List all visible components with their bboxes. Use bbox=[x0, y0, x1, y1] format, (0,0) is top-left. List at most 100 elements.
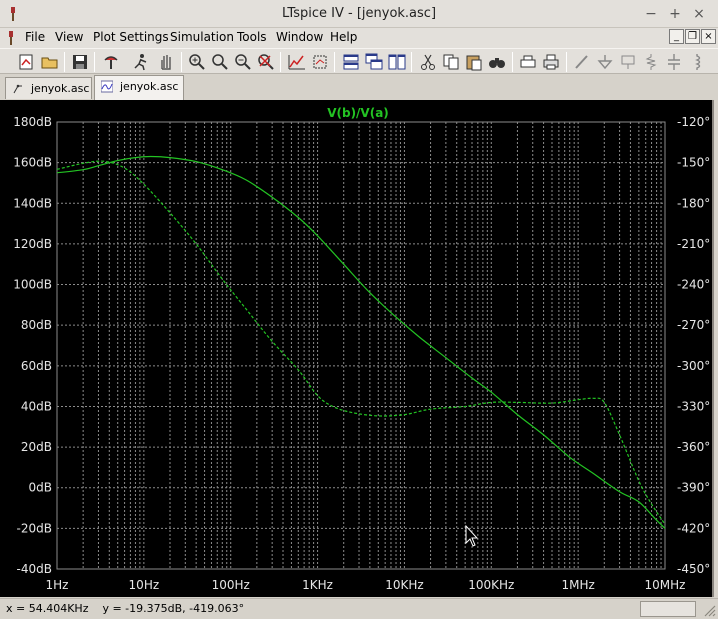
resistor-icon[interactable] bbox=[641, 52, 661, 72]
x-tick-label: 100Hz bbox=[212, 578, 250, 592]
wire-icon[interactable] bbox=[572, 52, 592, 72]
toolbar-separator bbox=[566, 52, 567, 72]
toolbar-separator bbox=[94, 52, 95, 72]
resize-grip-icon[interactable] bbox=[700, 601, 716, 617]
new-schematic-icon[interactable] bbox=[16, 52, 36, 72]
y-tick-label-right: -210° bbox=[677, 237, 710, 251]
waveform-icon bbox=[101, 80, 113, 93]
menu-window[interactable]: Window bbox=[276, 30, 323, 44]
menu-view[interactable]: View bbox=[55, 30, 83, 44]
paste-icon[interactable] bbox=[464, 52, 484, 72]
ground-icon[interactable] bbox=[595, 52, 615, 72]
y-tick-label-left: 40dB bbox=[21, 399, 52, 413]
tab-schematic-label: jenyok.asc bbox=[31, 82, 90, 95]
y-tick-label-right: -450° bbox=[677, 562, 710, 576]
menu-tools[interactable]: Tools bbox=[237, 30, 267, 44]
mdi-restore-button[interactable]: ❐ bbox=[685, 29, 700, 44]
cascade-icon[interactable] bbox=[364, 52, 384, 72]
y-tick-label-left: 160dB bbox=[13, 156, 52, 170]
bode-plot[interactable]: V(b)/V(a) 180dB 160dB 140dB 120dB 100dB 80dB 6… bbox=[0, 100, 714, 597]
y-tick-label-left: -40dB bbox=[17, 562, 52, 576]
tab-schematic[interactable]: jenyok.asc bbox=[5, 77, 92, 99]
x-tick-label: 100KHz bbox=[468, 578, 514, 592]
control-panel-icon[interactable] bbox=[101, 52, 121, 72]
y-tick-label-right: -150° bbox=[677, 156, 710, 170]
title-bar: LTspice IV - [jenyok.asc] − + × bbox=[0, 0, 718, 28]
cursor-readout: x = 54.404KHz y = -19.375dB, -419.063° bbox=[6, 602, 245, 615]
y-tick-label-left: 0dB bbox=[29, 481, 52, 495]
y-tick-label-right: -330° bbox=[677, 399, 710, 413]
find-icon[interactable] bbox=[487, 52, 507, 72]
menu-view-label: View bbox=[55, 30, 84, 44]
y-tick-label-right: -300° bbox=[677, 359, 710, 373]
maximize-button[interactable]: + bbox=[664, 4, 686, 24]
copy-icon[interactable] bbox=[441, 52, 461, 72]
toolbar-separator bbox=[181, 52, 182, 72]
ltspice-menu-icon[interactable] bbox=[5, 30, 17, 46]
save-icon[interactable] bbox=[70, 52, 90, 72]
y-tick-label-right: -360° bbox=[677, 440, 710, 454]
trace-label[interactable]: V(b)/V(a) bbox=[327, 106, 389, 120]
menu-bar: File View Plot Settings Simulation Tools… bbox=[0, 28, 718, 48]
inductor-icon[interactable] bbox=[687, 52, 707, 72]
print-icon[interactable] bbox=[541, 52, 561, 72]
mark-unsortable-icon[interactable] bbox=[310, 52, 330, 72]
zoom-fit-icon[interactable] bbox=[256, 52, 276, 72]
open-icon[interactable] bbox=[40, 52, 60, 72]
x-tick-label: 1KHz bbox=[302, 578, 333, 592]
zoom-in-icon[interactable] bbox=[187, 52, 207, 72]
y-tick-label-left: 20dB bbox=[21, 440, 52, 454]
x-tick-label: 1Hz bbox=[46, 578, 69, 592]
waveform-viewer[interactable]: V(b)/V(a) 180dB 160dB 140dB 120dB 100dB 80dB 6… bbox=[0, 100, 714, 597]
tab-waveform[interactable]: jenyok.asc bbox=[94, 75, 184, 100]
label-net-icon[interactable] bbox=[618, 52, 638, 72]
toolbar-separator bbox=[64, 52, 65, 72]
x-tick-label: 1MHz bbox=[561, 578, 594, 592]
minimize-button[interactable]: − bbox=[640, 4, 662, 24]
menu-help[interactable]: Help bbox=[330, 30, 357, 44]
toolbar-separator bbox=[280, 52, 281, 72]
y-tick-label-right: -420° bbox=[677, 521, 710, 535]
mouse-cursor-icon bbox=[465, 524, 479, 547]
mdi-minimize-button[interactable]: _ bbox=[669, 29, 684, 44]
cut-icon[interactable] bbox=[418, 52, 438, 72]
menu-plot-settings-label: Plot Settings bbox=[93, 30, 169, 44]
status-panel bbox=[640, 601, 696, 617]
window-title: LTspice IV - [jenyok.asc] bbox=[281, 6, 437, 21]
menu-simulation-label: Simulation bbox=[170, 30, 234, 44]
y-tick-label-left: 120dB bbox=[13, 237, 52, 251]
toolbar-separator bbox=[411, 52, 412, 72]
x-tick-label: 10KHz bbox=[385, 578, 423, 592]
menu-help-label: Help bbox=[330, 30, 358, 44]
x-tick-label: 10Hz bbox=[129, 578, 160, 592]
y-tick-label-left: 80dB bbox=[21, 318, 52, 332]
tile-horizontal-icon[interactable] bbox=[341, 52, 361, 72]
toolbar-separator bbox=[512, 52, 513, 72]
x-tick-label: 10MHz bbox=[645, 578, 686, 592]
y-tick-label-left: -20dB bbox=[17, 521, 52, 535]
y-tick-label-left: 60dB bbox=[21, 359, 52, 373]
autorange-icon[interactable] bbox=[287, 52, 307, 72]
close-button[interactable]: × bbox=[688, 4, 710, 24]
tile-vertical-icon[interactable] bbox=[387, 52, 407, 72]
zoom-out-icon[interactable] bbox=[233, 52, 253, 72]
mdi-close-button[interactable]: × bbox=[701, 29, 716, 44]
y-tick-label-right: -120° bbox=[677, 115, 710, 129]
document-tabs: jenyok.asc jenyok.asc bbox=[0, 74, 718, 100]
y-tick-label-right: -390° bbox=[677, 481, 710, 495]
menu-plot-settings[interactable]: Plot Settings bbox=[93, 30, 169, 44]
schematic-icon bbox=[13, 84, 22, 94]
zoom-area-icon[interactable] bbox=[210, 52, 230, 72]
menu-simulation[interactable]: Simulation bbox=[170, 30, 234, 44]
toolbar-separator bbox=[334, 52, 335, 72]
menu-tools-label: Tools bbox=[237, 30, 267, 44]
print-setup-icon[interactable] bbox=[518, 52, 538, 72]
run-icon[interactable] bbox=[131, 52, 151, 72]
pan-icon[interactable] bbox=[156, 52, 176, 72]
status-bar: x = 54.404KHz y = -19.375dB, -419.063° bbox=[0, 598, 718, 619]
y-tick-label-left: 140dB bbox=[13, 196, 52, 210]
capacitor-icon[interactable] bbox=[664, 52, 684, 72]
menu-file[interactable]: File bbox=[25, 30, 45, 44]
y-tick-label-left: 100dB bbox=[13, 278, 52, 292]
y-tick-label-right: -270° bbox=[677, 318, 710, 332]
